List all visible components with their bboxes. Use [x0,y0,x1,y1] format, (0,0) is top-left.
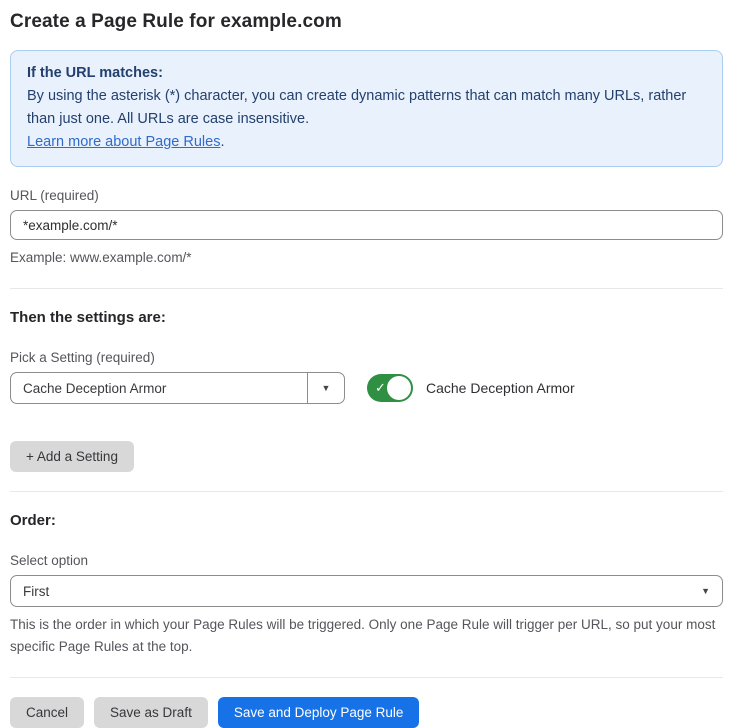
order-section-heading: Order: [10,512,723,529]
url-match-info-box: If the URL matches: By using the asteris… [10,50,723,167]
chevron-down-icon: ▼ [322,384,331,393]
order-select-label: Select option [10,553,723,568]
footer-actions: Cancel Save as Draft Save and Deploy Pag… [10,697,723,728]
cancel-button[interactable]: Cancel [10,697,84,728]
pick-setting-label: Pick a Setting (required) [10,350,723,365]
save-draft-button[interactable]: Save as Draft [94,697,208,728]
cache-deception-armor-toggle[interactable]: ✓ [367,374,413,402]
url-input[interactable] [10,210,723,240]
setting-select-value: Cache Deception Armor [11,373,307,403]
order-select-value: First [23,584,49,599]
info-box-heading: If the URL matches: [27,62,706,85]
toggle-knob [387,376,411,400]
page-title: Create a Page Rule for example.com [10,9,723,35]
info-box-body: By using the asterisk (*) character, you… [27,85,706,131]
info-link-line: Learn more about Page Rules. [27,131,706,154]
learn-more-link[interactable]: Learn more about Page Rules [27,134,220,150]
add-setting-button[interactable]: + Add a Setting [10,441,134,472]
create-page-rule-form: Create a Page Rule for example.com If th… [0,0,750,728]
setting-row: Cache Deception Armor ▼ ✓ Cache Deceptio… [10,372,723,404]
setting-select[interactable]: Cache Deception Armor ▼ [10,372,345,404]
chevron-down-icon: ▼ [701,587,710,596]
divider [10,491,723,492]
divider [10,677,723,678]
order-help-text: This is the order in which your Page Rul… [10,614,723,658]
save-deploy-button[interactable]: Save and Deploy Page Rule [218,697,420,728]
url-label: URL (required) [10,188,723,203]
check-icon: ✓ [375,380,386,396]
divider [10,288,723,289]
toggle-label: Cache Deception Armor [426,380,575,396]
url-example-text: Example: www.example.com/* [10,247,723,269]
setting-select-arrow-button[interactable]: ▼ [307,373,344,403]
info-link-suffix: . [220,134,224,150]
order-select[interactable]: First ▼ [10,575,723,607]
settings-section-heading: Then the settings are: [10,309,723,326]
